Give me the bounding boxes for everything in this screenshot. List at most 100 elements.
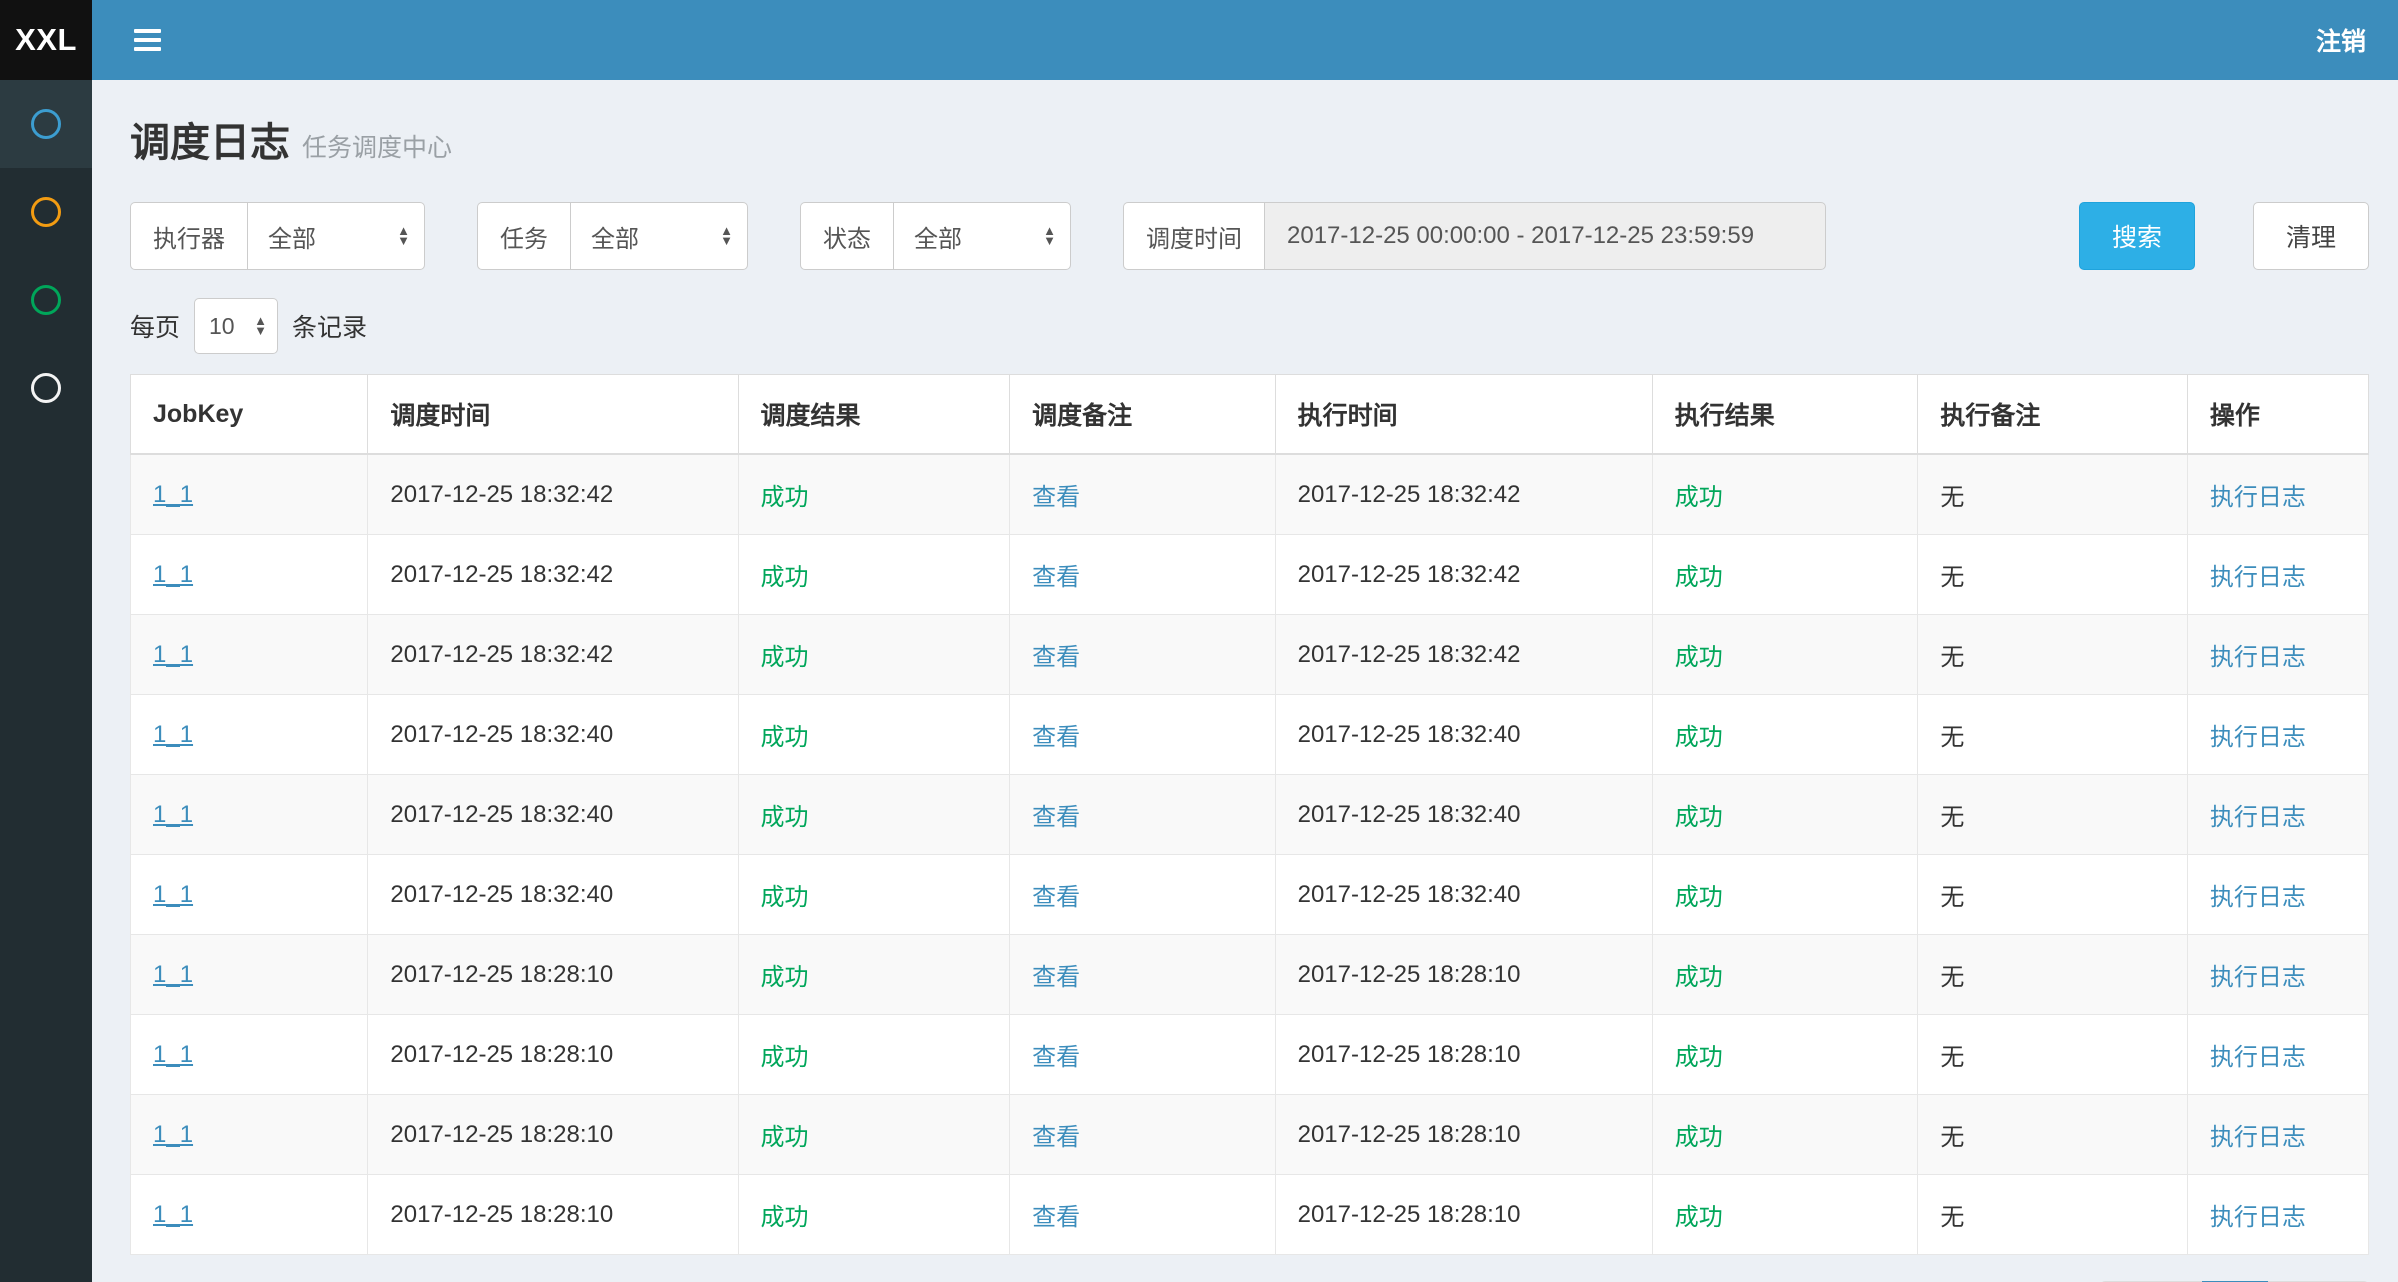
hamburger-bar — [134, 38, 161, 42]
sidebar-item-1[interactable] — [0, 80, 92, 168]
table-row: 1_1 2017-12-25 18:28:10 成功 查看 2017-12-25… — [131, 1095, 2369, 1175]
exec-log-link[interactable]: 执行日志 — [2210, 644, 2306, 671]
col-trigger-result: 调度结果 — [738, 375, 1010, 455]
job-key-link[interactable]: 1_1 — [153, 801, 193, 828]
job-key-link[interactable]: 1_1 — [153, 481, 193, 508]
trigger-result-cell: 成功 — [738, 535, 1010, 615]
table-header-row: JobKey 调度时间 调度结果 调度备注 执行时间 执行结果 执行备注 操作 — [131, 375, 2369, 455]
page-title-text: 调度日志 — [130, 121, 290, 165]
col-handle-result: 执行结果 — [1652, 375, 1918, 455]
page-size-value: 10 — [209, 313, 235, 340]
table-row: 1_1 2017-12-25 18:32:42 成功 查看 2017-12-25… — [131, 615, 2369, 695]
handle-msg-cell: 无 — [1918, 855, 2188, 935]
sidebar-item-2[interactable] — [0, 168, 92, 256]
trigger-time-cell: 2017-12-25 18:32:42 — [368, 454, 738, 535]
view-trigger-msg-link[interactable]: 查看 — [1032, 1044, 1080, 1071]
col-trigger-msg: 调度备注 — [1010, 375, 1276, 455]
trigger-result-cell: 成功 — [738, 1015, 1010, 1095]
handle-time-cell: 2017-12-25 18:32:40 — [1275, 695, 1652, 775]
sidebar-item-3[interactable] — [0, 256, 92, 344]
job-key-link[interactable]: 1_1 — [153, 1041, 193, 1068]
trigger-result-cell: 成功 — [738, 695, 1010, 775]
schedule-time-filter-group: 调度时间 — [1123, 202, 1826, 270]
col-handle-msg: 执行备注 — [1918, 375, 2188, 455]
job-key-link[interactable]: 1_1 — [153, 641, 193, 668]
circle-icon — [31, 197, 61, 227]
col-handle-time: 执行时间 — [1275, 375, 1652, 455]
table-row: 1_1 2017-12-25 18:32:42 成功 查看 2017-12-25… — [131, 535, 2369, 615]
trigger-time-cell: 2017-12-25 18:32:40 — [368, 695, 738, 775]
handle-time-cell: 2017-12-25 18:28:10 — [1275, 1095, 1652, 1175]
job-key-link[interactable]: 1_1 — [153, 1201, 193, 1228]
job-select[interactable]: 全部 ▲▼ — [570, 202, 748, 270]
job-key-link[interactable]: 1_1 — [153, 561, 193, 588]
search-button[interactable]: 搜索 — [2079, 202, 2195, 270]
exec-log-link[interactable]: 执行日志 — [2210, 1044, 2306, 1071]
table-row: 1_1 2017-12-25 18:32:40 成功 查看 2017-12-25… — [131, 775, 2369, 855]
view-trigger-msg-link[interactable]: 查看 — [1032, 484, 1080, 511]
status-filter-group: 状态 全部 ▲▼ — [800, 202, 1071, 270]
trigger-result-cell: 成功 — [738, 935, 1010, 1015]
status-label: 状态 — [800, 202, 893, 270]
select-arrows-icon: ▲▼ — [1043, 226, 1056, 246]
app-logo[interactable]: XXL — [0, 0, 92, 80]
handle-result-cell: 成功 — [1652, 855, 1918, 935]
trigger-time-cell: 2017-12-25 18:28:10 — [368, 1015, 738, 1095]
handle-result-cell: 成功 — [1652, 935, 1918, 1015]
handle-msg-cell: 无 — [1918, 1015, 2188, 1095]
job-key-link[interactable]: 1_1 — [153, 961, 193, 988]
job-label: 任务 — [477, 202, 570, 270]
handle-result-cell: 成功 — [1652, 695, 1918, 775]
col-trigger-time: 调度时间 — [368, 375, 738, 455]
schedule-time-input[interactable] — [1264, 202, 1826, 270]
view-trigger-msg-link[interactable]: 查看 — [1032, 884, 1080, 911]
clear-button[interactable]: 清理 — [2253, 202, 2369, 270]
executor-filter-group: 执行器 全部 ▲▼ — [130, 202, 425, 270]
trigger-time-cell: 2017-12-25 18:28:10 — [368, 1095, 738, 1175]
page-subtitle: 任务调度中心 — [302, 134, 452, 162]
table-row: 1_1 2017-12-25 18:28:10 成功 查看 2017-12-25… — [131, 935, 2369, 1015]
view-trigger-msg-link[interactable]: 查看 — [1032, 644, 1080, 671]
view-trigger-msg-link[interactable]: 查看 — [1032, 1124, 1080, 1151]
exec-log-link[interactable]: 执行日志 — [2210, 884, 2306, 911]
sidebar-toggle-icon[interactable] — [130, 21, 165, 59]
executor-selected-value: 全部 — [268, 219, 316, 254]
view-trigger-msg-link[interactable]: 查看 — [1032, 564, 1080, 591]
trigger-result-cell: 成功 — [738, 454, 1010, 535]
handle-msg-cell: 无 — [1918, 1175, 2188, 1255]
exec-log-link[interactable]: 执行日志 — [2210, 484, 2306, 511]
select-arrows-icon: ▲▼ — [397, 226, 410, 246]
exec-log-link[interactable]: 执行日志 — [2210, 1204, 2306, 1231]
handle-time-cell: 2017-12-25 18:32:42 — [1275, 535, 1652, 615]
job-key-link[interactable]: 1_1 — [153, 1121, 193, 1148]
executor-label: 执行器 — [130, 202, 247, 270]
page-size-select[interactable]: 10 ▲▼ — [194, 298, 278, 354]
executor-select[interactable]: 全部 ▲▼ — [247, 202, 425, 270]
handle-msg-cell: 无 — [1918, 615, 2188, 695]
exec-log-link[interactable]: 执行日志 — [2210, 724, 2306, 751]
handle-msg-cell: 无 — [1918, 1095, 2188, 1175]
status-select[interactable]: 全部 ▲▼ — [893, 202, 1071, 270]
view-trigger-msg-link[interactable]: 查看 — [1032, 1204, 1080, 1231]
main-content: 调度日志任务调度中心 执行器 全部 ▲▼ 任务 全部 ▲▼ 状态 全部 ▲▼ 调… — [92, 0, 2398, 1282]
log-table: JobKey 调度时间 调度结果 调度备注 执行时间 执行结果 执行备注 操作 … — [130, 374, 2369, 1255]
logout-link[interactable]: 注销 — [2316, 22, 2366, 58]
exec-log-link[interactable]: 执行日志 — [2210, 804, 2306, 831]
circle-icon — [31, 285, 61, 315]
exec-log-link[interactable]: 执行日志 — [2210, 564, 2306, 591]
exec-log-link[interactable]: 执行日志 — [2210, 964, 2306, 991]
handle-result-cell: 成功 — [1652, 1015, 1918, 1095]
view-trigger-msg-link[interactable]: 查看 — [1032, 804, 1080, 831]
handle-time-cell: 2017-12-25 18:28:10 — [1275, 935, 1652, 1015]
circle-icon — [31, 373, 61, 403]
view-trigger-msg-link[interactable]: 查看 — [1032, 964, 1080, 991]
handle-time-cell: 2017-12-25 18:32:42 — [1275, 454, 1652, 535]
navbar-body: 注销 — [92, 0, 2398, 80]
table-row: 1_1 2017-12-25 18:32:40 成功 查看 2017-12-25… — [131, 695, 2369, 775]
job-key-link[interactable]: 1_1 — [153, 881, 193, 908]
exec-log-link[interactable]: 执行日志 — [2210, 1124, 2306, 1151]
view-trigger-msg-link[interactable]: 查看 — [1032, 724, 1080, 751]
sidebar-item-4[interactable] — [0, 344, 92, 432]
job-filter-group: 任务 全部 ▲▼ — [477, 202, 748, 270]
job-key-link[interactable]: 1_1 — [153, 721, 193, 748]
